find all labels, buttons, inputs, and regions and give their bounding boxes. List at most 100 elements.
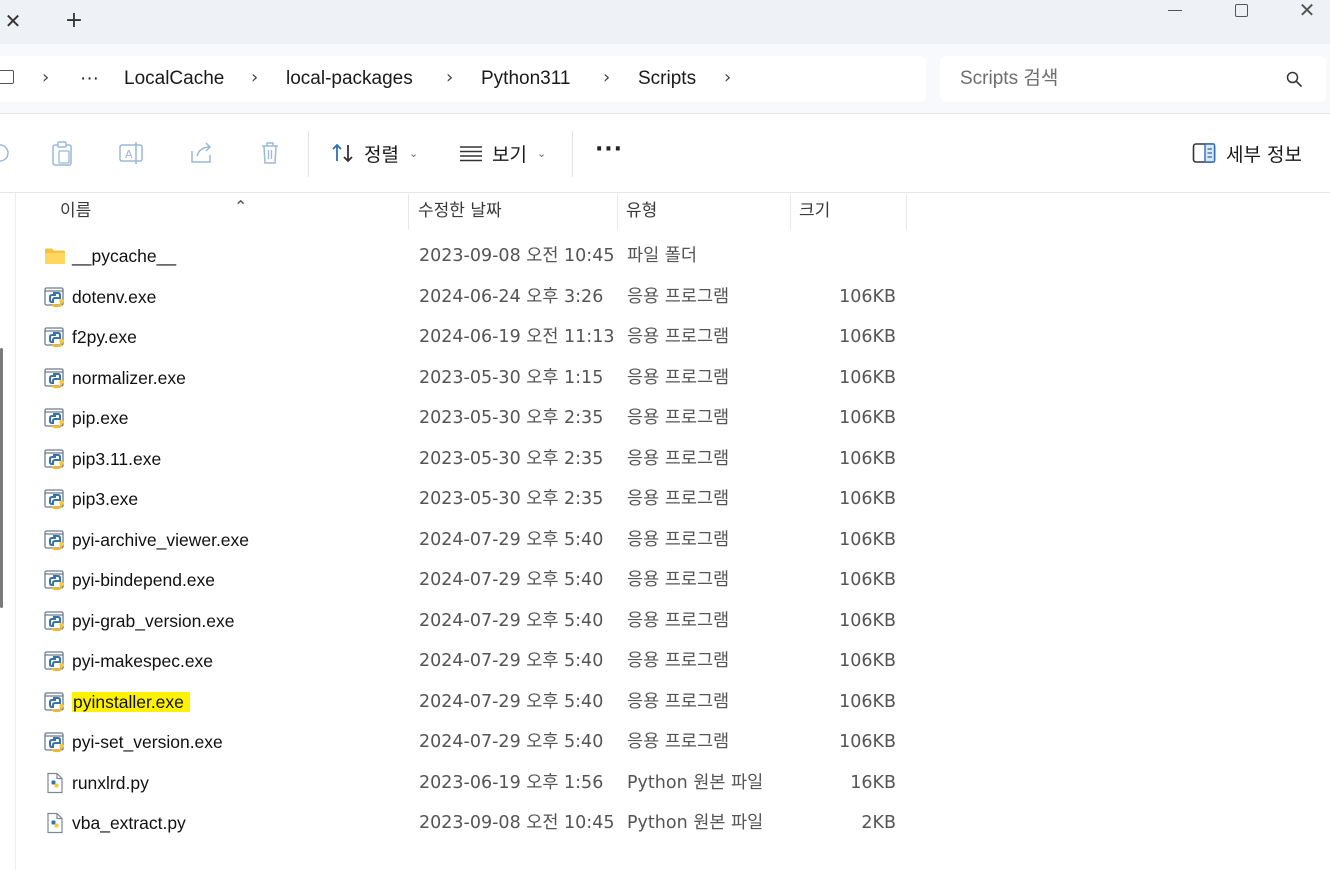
paste-icon[interactable]	[48, 139, 76, 167]
file-row[interactable]: pyi-set_version.exe 2024-07-29 오후 5:40 응용 …	[40, 722, 920, 763]
file-type: 응용 프로그램	[627, 610, 730, 631]
details-label: 세부 정보	[1226, 143, 1302, 166]
file-row[interactable]: pyinstaller.exe 2024-07-29 오후 5:40 응용 프로그램…	[40, 682, 920, 723]
python-exe-icon	[44, 448, 64, 469]
file-size: 16KB	[850, 772, 896, 793]
file-name[interactable]: pip.exe	[72, 398, 128, 439]
cut-icon[interactable]	[0, 139, 14, 167]
chevron-right-icon[interactable]: ›	[724, 56, 731, 102]
file-size: 106KB	[839, 732, 896, 752]
address-row: › ··· LocalCache › local-packages › Pyth…	[0, 44, 1330, 114]
file-type: 응용 프로그램	[627, 529, 730, 550]
more-options-button[interactable]: ···	[594, 139, 624, 167]
toolbar-divider	[308, 131, 309, 177]
file-type: 파일 폴더	[627, 246, 697, 266]
file-name[interactable]: pip3.exe	[72, 479, 138, 520]
file-row[interactable]: pyi-bindepend.exe 2024-07-29 오후 5:40 응용 프로…	[40, 560, 920, 601]
file-name[interactable]: normalizer.exe	[72, 358, 186, 399]
file-size: 106KB	[839, 448, 896, 469]
breadcrumb-overflow[interactable]: ···	[80, 56, 99, 102]
file-modified: 2024-07-29 오후 5:40	[419, 570, 604, 590]
file-row[interactable]: dotenv.exe 2024-06-24 오후 3:26 응용 프로그램 106KB	[40, 277, 920, 318]
file-name[interactable]: vba_extract.py	[72, 803, 186, 844]
title-bar: ✕ + ✕	[0, 0, 1330, 44]
close-window-button[interactable]: ✕	[1284, 0, 1330, 20]
column-name[interactable]: 이름 ⌃	[52, 194, 409, 230]
column-size-label: 크기	[799, 201, 831, 221]
python-file-icon	[47, 812, 63, 834]
column-modified[interactable]: 수정한 날짜	[410, 194, 618, 230]
sort-label: 정렬	[364, 143, 399, 166]
close-tab-icon[interactable]: ✕	[0, 6, 26, 36]
file-row[interactable]: pip3.11.exe 2023-05-30 오후 2:35 응용 프로그램 106K…	[40, 439, 920, 480]
chevron-right-icon[interactable]: ›	[446, 56, 453, 102]
file-type: 응용 프로그램	[627, 408, 730, 428]
file-row[interactable]: pip.exe 2023-05-30 오후 2:35 응용 프로그램 106KB	[40, 398, 920, 439]
file-name[interactable]: f2py.exe	[72, 317, 137, 358]
search-icon[interactable]	[1286, 71, 1302, 87]
rename-icon[interactable]: A	[117, 139, 145, 167]
breadcrumb-local-packages[interactable]: local-packages	[286, 56, 413, 102]
file-row[interactable]: f2py.exe 2024-06-19 오전 11:13 응용 프로그램 106KB	[40, 317, 920, 358]
file-name[interactable]: pyi-grab_version.exe	[72, 601, 234, 642]
new-tab-icon[interactable]: +	[60, 6, 88, 36]
details-pane-button[interactable]: 세부 정보	[1192, 133, 1302, 173]
chevron-right-icon[interactable]: ›	[251, 56, 258, 102]
command-bar: A 정렬 ⌄ 보기 ⌄ ··· 세부 정보	[0, 115, 1330, 193]
file-row[interactable]: vba_extract.py 2023-09-08 오전 10:45 Python …	[40, 803, 920, 844]
search-box[interactable]: Scripts 검색	[940, 56, 1326, 102]
column-size[interactable]: 크기	[791, 194, 907, 230]
sort-button[interactable]: 정렬 ⌄	[330, 133, 418, 173]
chevron-right-icon[interactable]: ›	[603, 56, 610, 102]
file-size: 106KB	[839, 651, 896, 671]
breadcrumb-python311[interactable]: Python311	[481, 56, 570, 102]
python-exe-icon	[44, 286, 64, 307]
this-pc-icon[interactable]	[0, 70, 14, 84]
file-name[interactable]: runxlrd.py	[72, 763, 149, 804]
file-modified: 2024-07-29 오후 5:40	[419, 529, 604, 550]
file-name[interactable]: pyi-bindepend.exe	[72, 560, 215, 601]
file-size: 106KB	[839, 570, 896, 590]
maximize-button[interactable]	[1218, 0, 1264, 20]
file-row[interactable]: pyi-makespec.exe 2024-07-29 오후 5:40 응용 프로그…	[40, 641, 920, 682]
file-type: Python 원본 파일	[627, 772, 764, 793]
file-modified: 2023-05-30 오후 2:35	[419, 489, 604, 509]
file-size: 106KB	[839, 286, 896, 307]
python-exe-icon	[44, 367, 64, 388]
file-row[interactable]: pyi-archive_viewer.exe 2024-07-29 오후 5:40…	[40, 520, 920, 561]
view-button[interactable]: 보기 ⌄	[458, 133, 546, 173]
file-row[interactable]: normalizer.exe 2023-05-30 오후 1:15 응용 프로그램 1…	[40, 358, 920, 399]
delete-icon[interactable]	[256, 139, 284, 167]
file-name[interactable]: __pycache__	[72, 236, 176, 277]
file-modified: 2023-05-30 오후 2:35	[419, 408, 604, 428]
file-name[interactable]: dotenv.exe	[72, 277, 156, 318]
view-label: 보기	[492, 143, 527, 166]
file-name[interactable]: pyi-archive_viewer.exe	[72, 520, 249, 561]
share-icon[interactable]	[187, 139, 215, 167]
file-row[interactable]: pyi-grab_version.exe 2024-07-29 오후 5:40 응용…	[40, 601, 920, 642]
minimize-button[interactable]	[1152, 0, 1198, 20]
file-name[interactable]: pip3.11.exe	[72, 439, 161, 480]
chevron-right-icon[interactable]: ›	[42, 56, 49, 102]
navigation-scrollbar[interactable]	[0, 348, 3, 608]
file-name[interactable]: pyinstaller.exe	[72, 682, 190, 723]
file-row[interactable]: runxlrd.py 2023-06-19 오후 1:56 Python 원본 파일…	[40, 763, 920, 804]
file-type: 응용 프로그램	[627, 732, 730, 752]
file-modified: 2024-07-29 오후 5:40	[419, 732, 604, 752]
address-bar[interactable]: › ··· LocalCache › local-packages › Pyth…	[0, 56, 926, 102]
python-exe-icon	[44, 570, 64, 591]
python-exe-icon	[44, 489, 64, 510]
file-type: 응용 프로그램	[627, 651, 730, 671]
file-size: 106KB	[839, 367, 896, 388]
python-exe-icon	[44, 691, 64, 712]
file-row[interactable]: __pycache__ 2023-09-08 오전 10:45 파일 폴더	[40, 236, 920, 277]
breadcrumb-scripts[interactable]: Scripts	[638, 56, 696, 102]
file-row[interactable]: pip3.exe 2023-05-30 오후 2:35 응용 프로그램 106KB	[40, 479, 920, 520]
search-input[interactable]: Scripts 검색	[960, 56, 1058, 102]
file-name[interactable]: pyi-makespec.exe	[72, 641, 213, 682]
file-modified: 2024-06-19 오전 11:13	[419, 327, 615, 347]
breadcrumb-localcache[interactable]: LocalCache	[124, 56, 224, 102]
column-type[interactable]: 유형	[618, 194, 791, 230]
file-name[interactable]: pyi-set_version.exe	[72, 722, 223, 763]
file-list: __pycache__ 2023-09-08 오전 10:45 파일 폴더 doten…	[40, 236, 920, 844]
